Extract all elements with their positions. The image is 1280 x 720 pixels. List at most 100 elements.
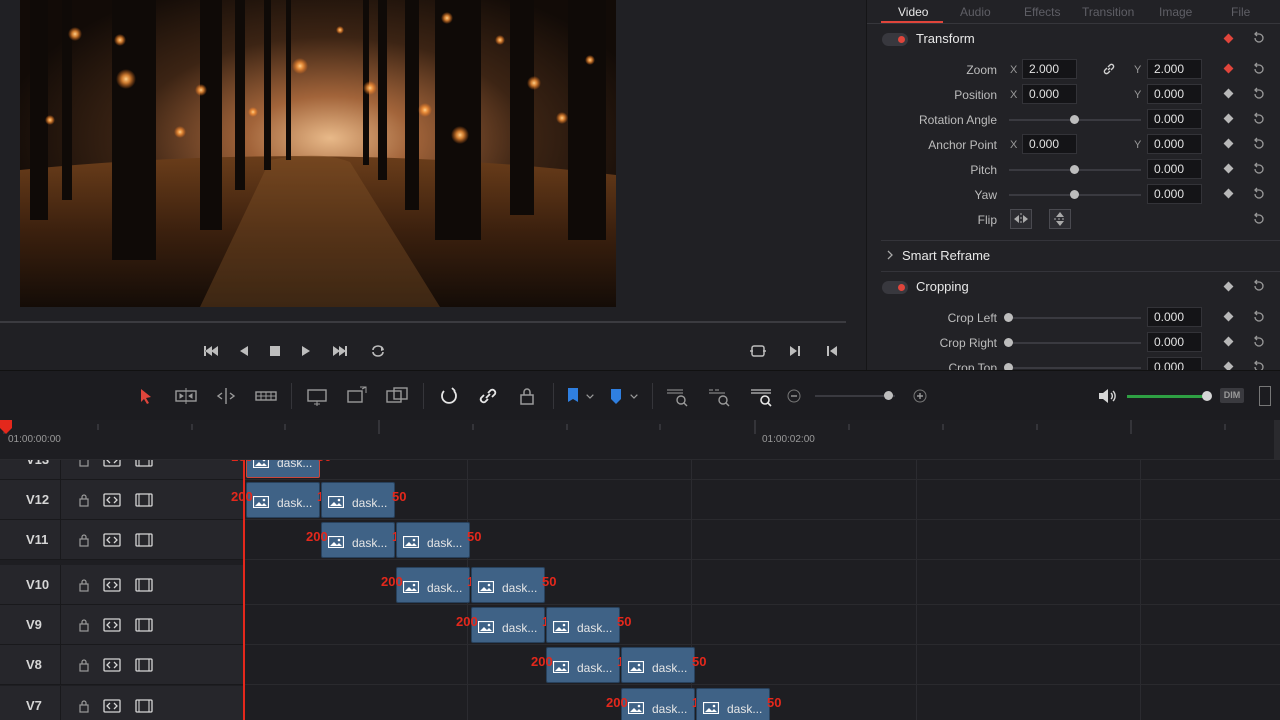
insert-clip-button[interactable] xyxy=(304,383,330,409)
crop-right-keyframe-icon[interactable] xyxy=(1223,336,1234,347)
position-reset-icon[interactable] xyxy=(1252,87,1266,101)
anchor-reset-icon[interactable] xyxy=(1252,137,1266,151)
snapping-button[interactable] xyxy=(436,383,462,409)
playhead-line[interactable] xyxy=(243,460,245,720)
zoom-reset-icon[interactable] xyxy=(1252,62,1266,76)
position-keyframe-icon[interactable] xyxy=(1223,88,1234,99)
yaw-keyframe-icon[interactable] xyxy=(1223,188,1234,199)
pitch-reset-icon[interactable] xyxy=(1252,162,1266,176)
marker-dropdown[interactable] xyxy=(626,383,642,409)
zoom-keyframe-icon[interactable] xyxy=(1223,63,1234,74)
track-enable-icon[interactable] xyxy=(135,533,153,547)
crop-left-field[interactable]: 0.000 xyxy=(1147,307,1202,327)
tab-transition[interactable]: Transition xyxy=(1082,5,1134,19)
tab-effects[interactable]: Effects xyxy=(1024,5,1060,19)
auto-select-icon[interactable] xyxy=(103,658,121,672)
position-x-field[interactable]: 0.000 xyxy=(1022,84,1077,104)
preview-frame[interactable] xyxy=(20,0,616,307)
lock-icon[interactable] xyxy=(75,618,93,632)
playhead-handle[interactable] xyxy=(0,420,12,434)
lock-icon[interactable] xyxy=(75,460,93,467)
track-enable-icon[interactable] xyxy=(135,699,153,713)
timeline-zoom-slider[interactable] xyxy=(815,395,895,397)
timeline-clip[interactable]: dask... xyxy=(396,567,470,603)
timeline-clip[interactable]: dask... xyxy=(246,482,320,518)
timeline-clip[interactable]: dask... xyxy=(246,460,320,478)
position-lock-button[interactable] xyxy=(514,383,540,409)
pitch-keyframe-icon[interactable] xyxy=(1223,163,1234,174)
crop-left-slider[interactable] xyxy=(1009,317,1141,319)
smart-reframe-section-header[interactable]: Smart Reframe xyxy=(881,241,1269,271)
volume-knob[interactable] xyxy=(1202,391,1212,401)
lock-icon[interactable] xyxy=(75,578,93,592)
timeline-clip[interactable]: dask... xyxy=(471,567,545,603)
zoom-y-field[interactable]: 2.000 xyxy=(1147,59,1202,79)
transform-reset-icon[interactable] xyxy=(1252,31,1266,45)
dynamic-trim-button[interactable] xyxy=(213,383,239,409)
tab-audio[interactable]: Audio xyxy=(960,5,991,19)
previous-edit-button[interactable] xyxy=(821,340,843,362)
cropping-reset-icon[interactable] xyxy=(1252,279,1266,293)
cropping-enable-toggle[interactable] xyxy=(882,281,908,294)
zoom-out-button[interactable] xyxy=(781,383,807,409)
rotation-field[interactable]: 0.000 xyxy=(1147,109,1202,129)
track-header[interactable]: V11 xyxy=(0,520,244,560)
track-enable-icon[interactable] xyxy=(135,658,153,672)
timeline-ruler[interactable]: 01:00:00:00 01:00:02:00 xyxy=(0,420,1280,460)
timeline-clip[interactable]: dask... xyxy=(321,482,395,518)
timeline-clip[interactable]: dask... xyxy=(696,688,770,720)
crop-right-slider-knob[interactable] xyxy=(1004,338,1013,347)
replace-clip-button[interactable] xyxy=(384,383,410,409)
auto-select-icon[interactable] xyxy=(103,493,121,507)
selection-tool-button[interactable] xyxy=(132,383,158,409)
volume-slider[interactable] xyxy=(1127,395,1209,398)
track-enable-icon[interactable] xyxy=(135,493,153,507)
stop-button[interactable] xyxy=(264,340,286,362)
tab-video[interactable]: Video xyxy=(898,5,928,19)
crop-right-slider[interactable] xyxy=(1009,342,1141,344)
track-header[interactable]: V12 xyxy=(0,480,244,520)
blade-tool-button[interactable] xyxy=(253,383,279,409)
crop-top-reset-icon[interactable] xyxy=(1252,360,1266,370)
pitch-field[interactable]: 0.000 xyxy=(1147,159,1202,179)
lock-icon[interactable] xyxy=(75,493,93,507)
auto-select-icon[interactable] xyxy=(103,533,121,547)
track-header[interactable]: V8 xyxy=(0,645,244,685)
track-header[interactable]: V7 xyxy=(0,686,244,720)
timeline-clip[interactable]: dask... xyxy=(321,522,395,558)
tab-file[interactable]: File xyxy=(1231,5,1250,19)
anchor-y-field[interactable]: 0.000 xyxy=(1147,134,1202,154)
timeline-clip[interactable]: dask... xyxy=(546,647,620,683)
pitch-slider-knob[interactable] xyxy=(1070,165,1079,174)
rotation-slider-knob[interactable] xyxy=(1070,115,1079,124)
zoom-in-button[interactable] xyxy=(907,383,933,409)
timeline-clip[interactable]: dask... xyxy=(546,607,620,643)
play-button[interactable] xyxy=(295,340,317,362)
crop-left-slider-knob[interactable] xyxy=(1004,313,1013,322)
overwrite-clip-button[interactable] xyxy=(344,383,370,409)
position-y-field[interactable]: 0.000 xyxy=(1147,84,1202,104)
flip-horizontal-icon[interactable] xyxy=(1010,209,1032,229)
track-enable-icon[interactable] xyxy=(135,618,153,632)
rotation-reset-icon[interactable] xyxy=(1252,112,1266,126)
timeline-clip[interactable]: dask... xyxy=(396,522,470,558)
flag-dropdown[interactable] xyxy=(582,383,598,409)
track-header[interactable]: V9 xyxy=(0,605,244,645)
yaw-field[interactable]: 0.000 xyxy=(1147,184,1202,204)
track-enable-icon[interactable] xyxy=(135,460,153,467)
ruler-scrollbar[interactable] xyxy=(1274,420,1280,460)
next-edit-button[interactable] xyxy=(784,340,806,362)
crop-left-keyframe-icon[interactable] xyxy=(1223,311,1234,322)
loop-button[interactable] xyxy=(367,340,389,362)
linked-selection-button[interactable] xyxy=(475,383,501,409)
go-to-start-button[interactable] xyxy=(200,340,222,362)
link-icon[interactable] xyxy=(1102,62,1116,76)
track-enable-icon[interactable] xyxy=(135,578,153,592)
crop-top-slider-knob[interactable] xyxy=(1004,363,1013,370)
crop-left-reset-icon[interactable] xyxy=(1252,310,1266,324)
zoom-x-field[interactable]: 2.000 xyxy=(1022,59,1077,79)
transform-enable-toggle[interactable] xyxy=(882,33,908,46)
audio-meter-icon[interactable] xyxy=(1259,386,1271,406)
lock-icon[interactable] xyxy=(75,658,93,672)
custom-zoom-button[interactable] xyxy=(748,383,774,409)
